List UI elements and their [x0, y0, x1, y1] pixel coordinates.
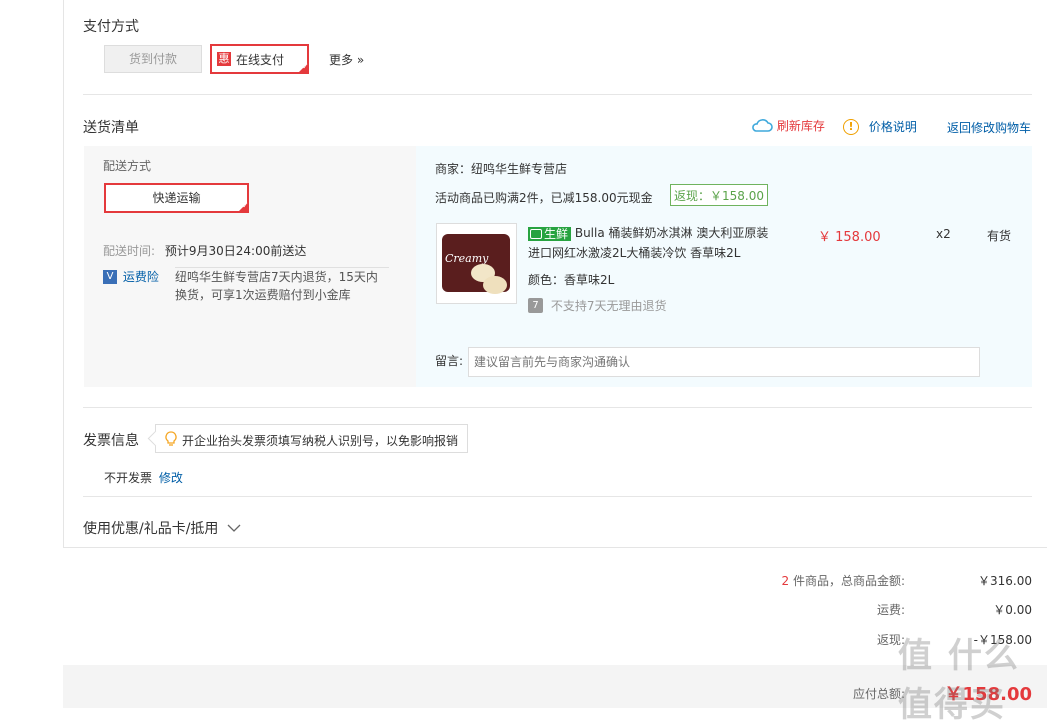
selected-check-icon	[237, 201, 249, 213]
fresh-tag-label: 生鲜	[544, 226, 569, 241]
watermark: 值 什么值得买	[898, 636, 1020, 725]
divider	[83, 94, 1032, 95]
invoice-value: 不开发票	[104, 471, 153, 485]
payment-section-title: 支付方式	[83, 19, 139, 35]
promo-text: 活动商品已购满2件，已减158.00元现金	[435, 191, 653, 205]
coupon-label: 使用优惠/礼品卡/抵用	[83, 521, 219, 537]
lightbulb-icon	[165, 431, 177, 446]
divider	[83, 496, 1032, 497]
shipping-insurance-label: 运费险	[122, 270, 159, 284]
product-quantity: x2	[936, 227, 951, 241]
message-label: 留言:	[435, 354, 464, 368]
merchant-name: 商家：纽鸣华生鲜专营店	[435, 162, 568, 176]
discount-badge-icon: 惠	[217, 52, 231, 66]
chevron-down-icon	[227, 524, 241, 532]
cloud-refresh-icon	[752, 118, 773, 132]
summary-total: ￥316.00	[978, 574, 1032, 588]
fresh-tag: 生鲜	[528, 226, 572, 241]
divider	[63, 547, 1047, 548]
shipping-fee-label: 运费:	[876, 603, 905, 617]
invoice-edit-link[interactable]: 修改	[159, 471, 183, 485]
invoice-value-row: 不开发票 修改	[104, 469, 183, 486]
refresh-stock-label: 刷新库存	[776, 119, 825, 133]
invoice-tip-box: 开企业抬头发票须填写纳税人识别号，以免影响报销	[147, 424, 468, 453]
shipping-method-label: 配送方式	[103, 159, 152, 173]
product-stock-status: 有货	[987, 229, 1012, 243]
fresh-tag-icon	[530, 229, 542, 239]
message-input[interactable]	[468, 347, 980, 377]
content-left-border	[63, 0, 64, 548]
product-image[interactable]: Creamy	[436, 223, 517, 304]
shipping-insurance-link[interactable]: V 运费险	[103, 268, 159, 285]
delivery-section-title: 送货清单	[83, 120, 139, 136]
delivery-time-label: 配送时间:	[103, 244, 156, 258]
cod-payment-button[interactable]: 货到付款	[104, 45, 202, 73]
cashback-badge: 返现：￥158.00	[670, 184, 768, 206]
shipping-insurance-icon: V	[103, 269, 117, 284]
info-warning-icon: !	[843, 118, 859, 135]
no-return-icon: 7	[528, 298, 543, 313]
return-policy-row: 7 不支持7天无理由退货	[528, 297, 666, 314]
express-shipping-button[interactable]: 快递运输	[104, 183, 249, 213]
back-to-cart-link[interactable]: 返回修改购物车	[947, 119, 1031, 136]
shipping-fee: ￥0.00	[993, 603, 1032, 617]
selected-check-icon	[297, 62, 309, 74]
return-policy-text: 不支持7天无理由退货	[550, 299, 667, 313]
invoice-section-title: 发票信息	[83, 433, 139, 449]
express-shipping-label: 快递运输	[152, 191, 201, 205]
online-payment-label: 在线支付	[236, 53, 285, 67]
online-payment-button[interactable]: 惠 在线支付	[210, 44, 309, 74]
coupon-toggle[interactable]: 使用优惠/礼品卡/抵用	[83, 518, 241, 538]
shipping-method-panel: 配送方式 快递运输 配送时间: 预计9月30日24:00前送达 V 运费险 纽鸣…	[84, 146, 416, 387]
refresh-stock-link[interactable]: 刷新库存	[751, 117, 825, 134]
invoice-tip-text: 开企业抬头发票须填写纳税人识别号，以免影响报销	[182, 434, 459, 448]
ice-cream-scoop-shape	[483, 276, 507, 294]
product-price: ￥ 158.00	[818, 230, 881, 245]
product-color: 颜色：香草味2L	[528, 273, 615, 287]
item-count: 2	[781, 574, 790, 588]
product-panel: 商家：纽鸣华生鲜专营店 活动商品已购满2件，已减158.00元现金 返现：￥15…	[416, 146, 1032, 387]
price-note-label: 价格说明	[868, 120, 917, 134]
more-payment-link[interactable]: 更多 »	[329, 51, 364, 68]
delivery-time-value: 预计9月30日24:00前送达	[164, 244, 307, 258]
product-title[interactable]: 生鲜 Bulla 桶装鲜奶冰淇淋 澳大利亚原装进口网红冰激凌2L大桶装冷饮 香草…	[528, 223, 778, 263]
item-count-suffix: 件商品，总商品金额:	[792, 574, 905, 588]
shipping-insurance-text: 纽鸣华生鲜专营店7天内退货，15天内换货，可享1次运费赔付到小金库	[175, 267, 389, 304]
delivery-time-row: 配送时间: 预计9月30日24:00前送达	[103, 242, 306, 259]
summary-count-label: 2 件商品，总商品金额:	[781, 572, 905, 589]
price-note-link[interactable]: ! 价格说明	[843, 118, 917, 135]
tip-arrow	[147, 430, 164, 447]
divider	[83, 407, 1032, 408]
